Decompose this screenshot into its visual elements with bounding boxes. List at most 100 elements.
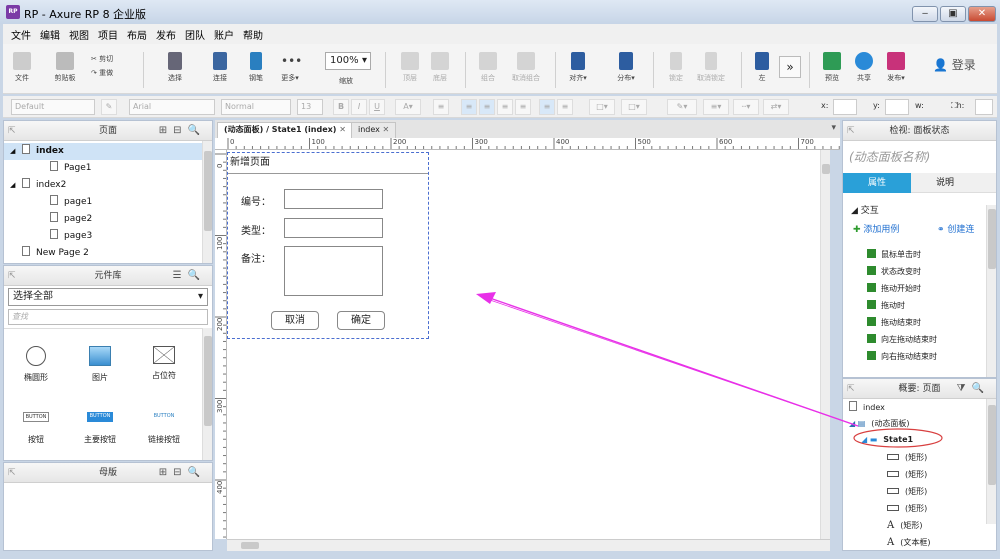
- event-item[interactable]: 鼠标单击时: [867, 249, 921, 260]
- canvas-vscrollbar[interactable]: [820, 150, 830, 539]
- shadow-button[interactable]: □▾: [621, 99, 647, 115]
- event-item[interactable]: 向右拖动结束时: [867, 351, 937, 362]
- widget-button[interactable]: BUTTON 按钮: [6, 408, 66, 445]
- ungroup-tool[interactable]: 取消组合: [505, 48, 547, 90]
- tab-index[interactable]: index ✕: [351, 122, 397, 138]
- menu-edit[interactable]: 编辑: [40, 27, 60, 42]
- search-icon[interactable]: 🔍: [188, 270, 206, 281]
- id-input[interactable]: [284, 189, 383, 209]
- event-item[interactable]: 向左拖动结束时: [867, 334, 937, 345]
- font-size-select[interactable]: 13: [297, 99, 323, 115]
- bring-top-tool[interactable]: 顶层: [393, 48, 427, 90]
- minimize-button[interactable]: ‒: [912, 6, 938, 22]
- more-tool[interactable]: ••• 更多▾: [273, 48, 307, 90]
- connect-tool[interactable]: 连接: [203, 48, 237, 90]
- tab-notes[interactable]: 说明: [911, 173, 979, 193]
- outline-item-rect[interactable]: (矩形): [887, 469, 927, 480]
- menu-icon[interactable]: ☰: [173, 270, 188, 281]
- outline-item-text[interactable]: A (文本框): [887, 537, 930, 548]
- style-select[interactable]: Default: [11, 99, 95, 115]
- menu-project[interactable]: 项目: [98, 27, 118, 42]
- page-tree-item[interactable]: page2: [4, 211, 202, 228]
- expand-toolbar-button[interactable]: »: [779, 56, 801, 78]
- font-weight-select[interactable]: Normal: [221, 99, 291, 115]
- send-bottom-tool[interactable]: 底层: [423, 48, 457, 90]
- menu-file[interactable]: 文件: [11, 27, 31, 42]
- dynamic-panel[interactable]: 新增页面 编号： 类型： 备注： 取消 确定: [227, 152, 429, 339]
- align-right-button[interactable]: ≡: [497, 99, 513, 115]
- search-icon[interactable]: 🔍: [972, 383, 990, 394]
- panel-pin-icon[interactable]: ⇱: [8, 266, 16, 286]
- cut-button[interactable]: ✂ 剪切: [91, 54, 131, 64]
- widget-link-button[interactable]: BUTTON 链接按钮: [134, 408, 194, 445]
- left-tool[interactable]: 左: [745, 48, 779, 90]
- page-tree-item[interactable]: ◢ index: [4, 143, 202, 160]
- widget-primary-button[interactable]: BUTTON 主要按钮: [70, 408, 130, 445]
- align-center-button[interactable]: ≡: [479, 99, 495, 115]
- h-input[interactable]: [975, 99, 993, 115]
- maximize-button[interactable]: ▣: [940, 6, 966, 22]
- file-tool[interactable]: 文件: [5, 48, 39, 90]
- page-tree-item[interactable]: Page1: [4, 160, 202, 177]
- page-tree-item[interactable]: ◢ index2: [4, 177, 202, 194]
- event-item[interactable]: 拖动时: [867, 300, 905, 311]
- preview-tool[interactable]: 预览: [815, 48, 849, 90]
- tab-state1[interactable]: (动态面板) / State1 (index) ✕: [217, 122, 353, 138]
- align-tool[interactable]: 对齐▾: [561, 48, 595, 90]
- panel-pin-icon[interactable]: ⇱: [8, 121, 16, 141]
- expand-toggle-icon[interactable]: ◢: [10, 143, 22, 160]
- library-scrollbar[interactable]: [202, 328, 212, 460]
- confirm-button[interactable]: 确定: [337, 311, 385, 330]
- panel-name-input[interactable]: (动态面板名称): [849, 148, 930, 165]
- underline-button[interactable]: U: [369, 99, 385, 115]
- library-select[interactable]: 选择全部 ▾: [8, 288, 208, 306]
- filter-icon[interactable]: ⧩: [957, 383, 972, 394]
- add-folder-icon[interactable]: ⊟: [173, 467, 187, 478]
- close-tab-icon[interactable]: ✕: [382, 125, 389, 134]
- bold-button[interactable]: B: [333, 99, 349, 115]
- publish-tool[interactable]: 发布▾: [879, 48, 913, 90]
- outline-item-page[interactable]: index: [849, 401, 885, 412]
- page-tree-item[interactable]: New Page 2: [4, 245, 202, 262]
- type-input[interactable]: [284, 218, 383, 238]
- outline-item-rect[interactable]: (矩形): [887, 486, 927, 497]
- add-case-link[interactable]: ✚ 添加用例: [853, 222, 899, 235]
- distribute-tool[interactable]: 分布▾: [609, 48, 643, 90]
- bullet-button[interactable]: ≡: [433, 99, 449, 115]
- add-page-icon[interactable]: ⊞: [159, 125, 173, 136]
- event-item[interactable]: 拖动开始时: [867, 283, 921, 294]
- widget-image[interactable]: 图片: [70, 346, 130, 383]
- add-master-icon[interactable]: ⊞: [159, 467, 173, 478]
- valign-top-button[interactable]: ≡: [539, 99, 555, 115]
- widget-placeholder[interactable]: 占位符: [134, 346, 194, 381]
- canvas-hscrollbar[interactable]: [227, 539, 830, 551]
- style-edit-button[interactable]: ✎: [101, 99, 117, 115]
- align-left-button[interactable]: ≡: [461, 99, 477, 115]
- valign-middle-button[interactable]: ≡: [557, 99, 573, 115]
- library-search-input[interactable]: 查找: [8, 309, 208, 325]
- tab-list-icon[interactable]: ▾: [831, 123, 836, 133]
- share-tool[interactable]: 共享: [847, 48, 881, 90]
- notes-textarea[interactable]: [284, 246, 383, 296]
- select-tool[interactable]: 选择: [155, 48, 195, 90]
- widget-ellipse[interactable]: 椭圆形: [6, 346, 66, 383]
- line-style-button[interactable]: ┄▾: [733, 99, 759, 115]
- justify-button[interactable]: ≡: [515, 99, 531, 115]
- line-color-button[interactable]: ✎▾: [667, 99, 697, 115]
- search-icon[interactable]: 🔍: [188, 125, 206, 136]
- line-width-button[interactable]: ≡▾: [703, 99, 729, 115]
- x-input[interactable]: [833, 99, 857, 115]
- close-button[interactable]: ✕: [968, 6, 996, 22]
- outline-item-rect[interactable]: (矩形): [887, 503, 927, 514]
- clipboard-tool[interactable]: 剪贴板: [47, 48, 83, 90]
- font-select[interactable]: Arial: [129, 99, 215, 115]
- add-folder-icon[interactable]: ⊟: [173, 125, 187, 136]
- outline-item-rect[interactable]: (矩形): [887, 452, 927, 463]
- outline-item-text[interactable]: A (矩形): [887, 520, 922, 531]
- menu-publish[interactable]: 发布: [156, 27, 176, 42]
- fill-color-button[interactable]: □▾: [589, 99, 615, 115]
- menu-team[interactable]: 团队: [185, 27, 205, 42]
- outline-item-panel[interactable]: ◢ ▤ (动态面板): [849, 418, 910, 429]
- close-tab-icon[interactable]: ✕: [339, 125, 346, 134]
- menu-help[interactable]: 帮助: [243, 27, 263, 42]
